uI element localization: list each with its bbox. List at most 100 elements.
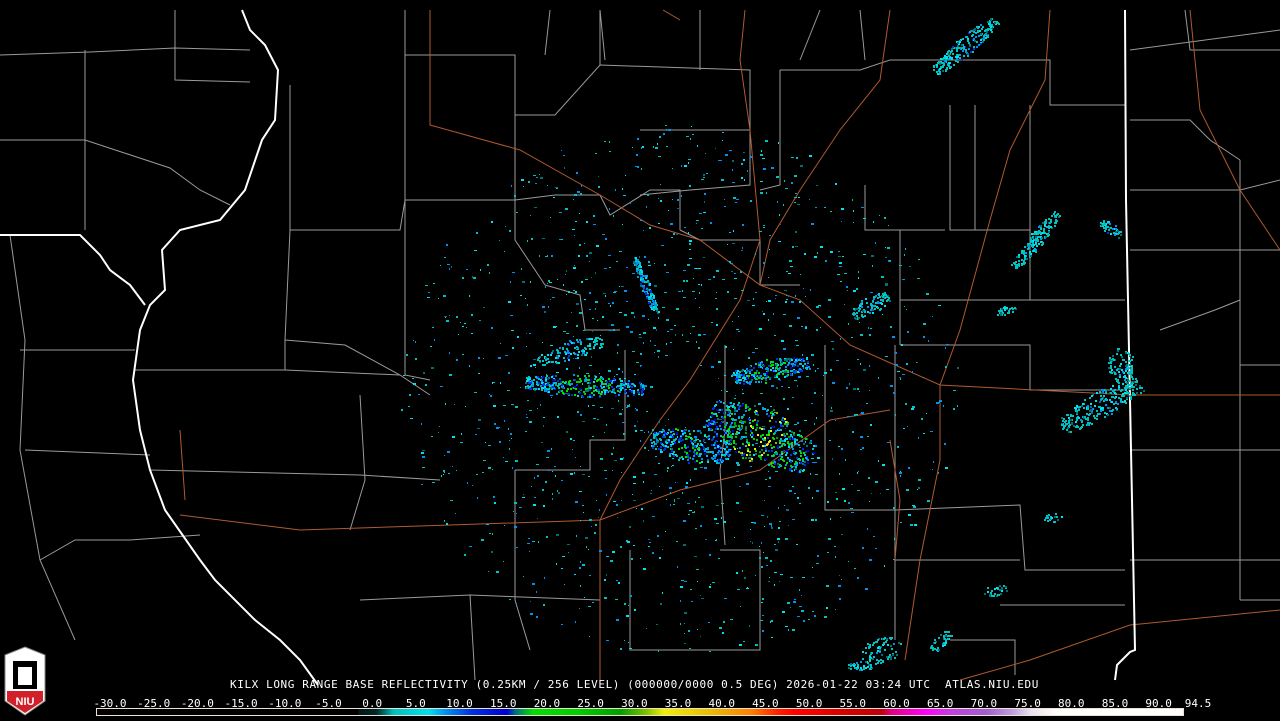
echo-pixel	[932, 316, 933, 317]
echo-pixel	[573, 358, 574, 359]
echo-pixel	[670, 342, 672, 343]
echo-pixel	[642, 386, 644, 388]
echo-pixel	[871, 307, 873, 309]
echo-pixel	[638, 269, 640, 271]
echo-pixel	[1055, 513, 1057, 515]
echo-pixel	[577, 347, 579, 349]
echo-pixel	[611, 408, 614, 409]
echo-pixel	[869, 656, 871, 658]
echo-pixel	[478, 373, 480, 374]
echo-pixel	[546, 375, 548, 377]
echo-pixel	[551, 255, 553, 257]
echo-pixel	[576, 535, 577, 537]
echo-pixel	[848, 323, 849, 325]
echo-pixel	[554, 379, 556, 381]
echo-pixel	[557, 357, 559, 359]
echo-pixel	[786, 462, 788, 464]
echo-pixel	[736, 471, 739, 472]
echo-pixel	[732, 405, 734, 407]
echo-pixel	[1127, 379, 1129, 381]
echo-pixel	[1003, 585, 1005, 587]
echo-pixel	[761, 566, 763, 568]
echo-pixel	[933, 66, 935, 68]
echo-pixel	[944, 60, 946, 62]
echo-pixel	[773, 438, 775, 440]
echo-pixel	[566, 383, 568, 385]
echo-pixel	[765, 557, 768, 559]
echo-pixel	[807, 450, 809, 452]
echo-pixel	[795, 452, 797, 454]
echo-pixel	[835, 183, 837, 185]
echo-pixel	[428, 292, 430, 293]
echo-pixel	[1090, 403, 1092, 405]
echo-pixel	[503, 457, 504, 458]
echo-pixel	[775, 364, 777, 366]
echo-pixel	[789, 468, 791, 470]
echo-pixel	[805, 296, 806, 297]
echo-pixel	[733, 403, 735, 405]
echo-pixel	[939, 402, 940, 403]
echo-pixel	[797, 497, 799, 499]
echo-pixel	[757, 414, 759, 416]
echo-pixel	[629, 383, 631, 385]
echo-pixel	[716, 523, 719, 524]
echo-pixel	[695, 501, 696, 503]
echo-pixel	[875, 663, 877, 665]
echo-pixel	[633, 390, 635, 392]
echo-pixel	[564, 360, 566, 362]
echo-pixel	[722, 436, 724, 438]
echo-pixel	[530, 382, 532, 384]
echo-pixel	[733, 440, 735, 442]
echo-pixel	[580, 343, 582, 345]
echo-pixel	[1050, 226, 1052, 228]
echo-pixel	[597, 419, 599, 420]
echo-pixel	[737, 464, 740, 466]
echo-pixel	[555, 357, 557, 359]
echo-pixel	[708, 419, 710, 421]
echo-pixel	[683, 280, 685, 282]
echo-pixel	[862, 651, 864, 653]
echo-pixel	[589, 389, 591, 391]
echo-pixel	[579, 244, 581, 246]
echo-pixel	[756, 424, 758, 426]
echo-pixel	[766, 434, 768, 436]
echo-pixel	[759, 451, 761, 453]
echo-pixel	[708, 279, 711, 280]
echo-pixel	[526, 414, 527, 415]
echo-pixel	[784, 439, 786, 441]
echo-pixel	[788, 444, 790, 446]
echo-pixel	[1110, 227, 1112, 229]
echo-pixel	[768, 464, 770, 466]
echo-pixel	[716, 505, 719, 506]
echo-pixel	[622, 188, 623, 190]
echo-pixel	[718, 412, 720, 413]
echo-pixel	[559, 390, 561, 392]
echo-pixel	[761, 150, 762, 152]
echo-pixel	[606, 574, 607, 576]
echo-pixel	[825, 260, 827, 262]
echo-pixel	[801, 440, 803, 442]
echo-pixel	[602, 343, 604, 345]
echo-pixel	[942, 645, 944, 647]
echo-pixel	[1130, 375, 1132, 377]
echo-pixel	[804, 464, 806, 466]
echo-pixel	[575, 221, 577, 222]
echo-pixel	[584, 375, 586, 377]
echo-pixel	[782, 425, 784, 427]
echo-pixel	[576, 384, 578, 386]
echo-pixel	[521, 268, 522, 270]
echo-pixel	[574, 347, 576, 349]
echo-pixel	[701, 598, 704, 599]
echo-pixel	[667, 446, 669, 448]
echo-pixel	[998, 594, 1000, 596]
echo-pixel	[542, 342, 543, 343]
echo-pixel	[604, 470, 607, 471]
echo-pixel	[588, 476, 590, 477]
echo-pixel	[762, 438, 764, 440]
echo-pixel	[683, 270, 686, 271]
echo-pixel	[725, 441, 726, 442]
echo-pixel	[646, 628, 647, 629]
echo-pixel	[945, 635, 947, 637]
echo-pixel	[738, 417, 740, 419]
echo-pixel	[812, 448, 814, 450]
